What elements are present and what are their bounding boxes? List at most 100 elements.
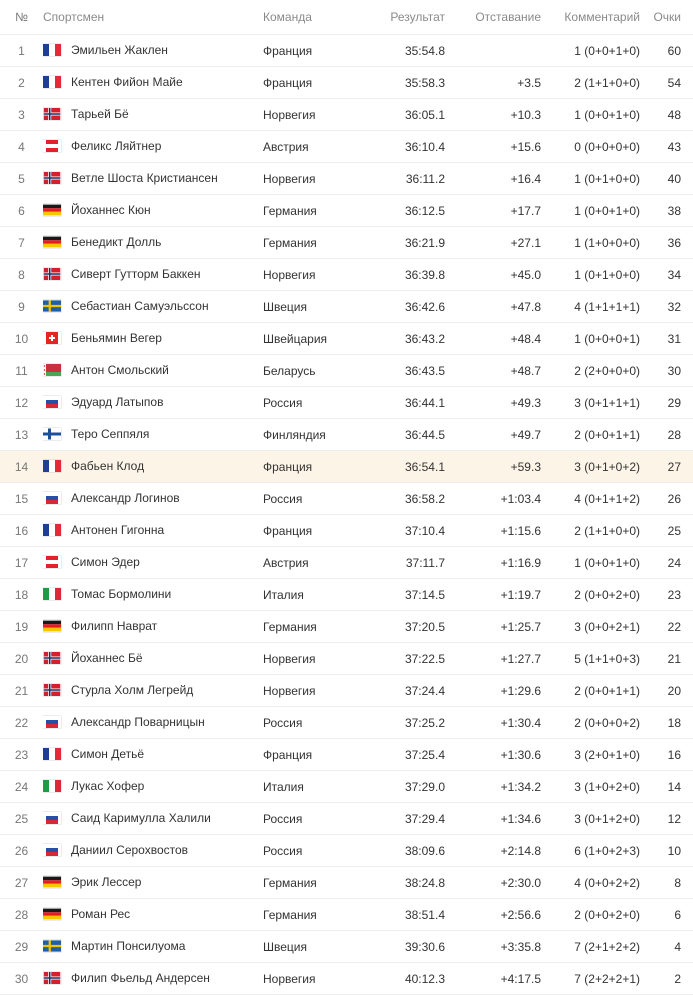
comment-cell: 2 (0+0+2+0) <box>574 587 640 602</box>
points-cell: 4 <box>674 939 681 954</box>
points-cell: 20 <box>667 683 681 698</box>
team-cell: Германия <box>263 235 317 250</box>
athlete-cell: Беньямин Вегер <box>43 323 253 355</box>
team-cell: Норвегия <box>263 651 316 666</box>
result-cell: 40:12.3 <box>404 971 445 986</box>
header-points: Очки <box>653 10 681 24</box>
team-cell: Норвегия <box>263 107 316 122</box>
table-row: 14 Фабьен Клод Франция 36:54.1 +59.3 3 (0+1+0… <box>0 450 693 483</box>
row-num: 6 <box>18 203 25 218</box>
result-cell: 38:24.8 <box>404 875 445 890</box>
athlete-name[interactable]: Симон Детьё <box>71 747 144 761</box>
comment-cell: 1 (0+1+0+0) <box>574 267 640 282</box>
athlete-name[interactable]: Даниил Серохвостов <box>71 843 188 857</box>
team-cell: Россия <box>263 491 303 506</box>
table-row: 28 Роман Рес Германия 38:51.4 +2:56.6 2 (0+0+… <box>0 898 693 931</box>
comment-cell: 6 (1+0+2+3) <box>574 843 640 858</box>
austria-flag-icon <box>43 139 61 152</box>
result-cell: 36:44.5 <box>404 427 445 442</box>
athlete-name[interactable]: Эрик Лессер <box>71 875 141 889</box>
athlete-cell: Бенедикт Долль <box>43 227 253 259</box>
athlete-name[interactable]: Йоханнес Бё <box>71 651 143 665</box>
athlete-cell: Теро Сеппяля <box>43 419 253 451</box>
result-cell: 37:24.4 <box>404 683 445 698</box>
result-cell: 37:14.5 <box>404 587 445 602</box>
points-cell: 24 <box>667 555 681 570</box>
row-num: 7 <box>18 235 25 250</box>
athlete-name[interactable]: Фабьен Клод <box>71 459 144 473</box>
gap-cell: +15.6 <box>510 139 541 154</box>
athlete-name[interactable]: Ветле Шоста Кристиансен <box>71 171 218 185</box>
result-cell: 36:44.1 <box>404 395 445 410</box>
athlete-cell: Ветле Шоста Кристиансен <box>43 163 253 195</box>
athlete-name[interactable]: Роман Рес <box>71 907 130 921</box>
team-cell: Россия <box>263 811 303 826</box>
gap-cell: +1:34.6 <box>500 811 541 826</box>
athlete-name[interactable]: Йоханнес Кюн <box>71 203 151 217</box>
team-cell: Германия <box>263 875 317 890</box>
athlete-name[interactable]: Антонен Гигонна <box>71 523 164 537</box>
team-cell: Франция <box>263 747 313 762</box>
comment-cell: 1 (1+0+0+0) <box>574 235 640 250</box>
athlete-cell: Александр Поварницын <box>43 707 253 739</box>
result-cell: 37:25.4 <box>404 747 445 762</box>
athlete-name[interactable]: Кентен Фийон Майе <box>71 75 183 89</box>
header-num: № <box>15 10 28 24</box>
france-flag-icon <box>43 75 61 88</box>
row-num: 5 <box>18 171 25 186</box>
athlete-name[interactable]: Тарьей Бё <box>71 107 129 121</box>
norway-flag-icon <box>43 171 61 184</box>
row-num: 23 <box>14 747 29 762</box>
athlete-name[interactable]: Эмильен Жаклен <box>71 43 168 57</box>
athlete-name[interactable]: Симон Эдер <box>71 555 140 569</box>
athlete-name[interactable]: Сиверт Гутторм Баккен <box>71 267 201 281</box>
points-cell: 36 <box>667 235 681 250</box>
table-row: 23 Симон Детьё Франция 37:25.4 +1:30.6 3 (2+0… <box>0 738 693 771</box>
athlete-name[interactable]: Теро Сеппяля <box>71 427 149 441</box>
athlete-cell: Тарьей Бё <box>43 99 253 131</box>
athlete-name[interactable]: Стурла Холм Легрейд <box>71 683 193 697</box>
athlete-cell: Симон Детьё <box>43 739 253 771</box>
russia-flag-icon <box>43 395 61 408</box>
athlete-name[interactable]: Лукас Хофер <box>71 779 144 793</box>
athlete-name[interactable]: Мартин Понсилуома <box>71 939 185 953</box>
athlete-name[interactable]: Александр Поварницын <box>71 715 205 729</box>
table-row: 7 Бенедикт Долль Германия 36:21.9 +27.1 1 (1+… <box>0 226 693 259</box>
team-cell: Финляндия <box>263 427 326 442</box>
comment-cell: 3 (0+1+2+0) <box>574 811 640 826</box>
table-row: 30 Филип Фьельд Андерсен Норвегия 40:12.3 +4… <box>0 962 693 995</box>
athlete-name[interactable]: Антон Смольский <box>71 363 169 377</box>
points-cell: 29 <box>667 395 681 410</box>
athlete-cell: Роман Рес <box>43 899 253 931</box>
result-cell: 38:09.6 <box>404 843 445 858</box>
athlete-name[interactable]: Бенедикт Долль <box>71 235 161 249</box>
athlete-name[interactable]: Томас Бормолини <box>71 587 171 601</box>
russia-flag-icon <box>43 811 61 824</box>
result-cell: 36:21.9 <box>404 235 445 250</box>
comment-cell: 2 (0+0+1+1) <box>574 683 640 698</box>
athlete-name[interactable]: Саид Каримулла Халили <box>71 811 211 825</box>
athlete-name[interactable]: Феликс Ляйтнер <box>71 139 161 153</box>
comment-cell: 3 (0+1+0+2) <box>574 459 640 474</box>
athlete-name[interactable]: Беньямин Вегер <box>71 331 162 345</box>
athlete-name[interactable]: Александр Логинов <box>71 491 180 505</box>
header-gap: Отставание <box>475 10 541 24</box>
athlete-name[interactable]: Филип Фьельд Андерсен <box>71 971 210 985</box>
gap-cell: +3:35.8 <box>500 939 541 954</box>
row-num: 11 <box>15 363 28 378</box>
comment-cell: 2 (1+1+0+0) <box>574 523 640 538</box>
norway-flag-icon <box>43 267 61 280</box>
result-cell: 36:11.2 <box>405 171 445 186</box>
athlete-cell: Антонен Гигонна <box>43 515 253 547</box>
points-cell: 43 <box>667 139 681 154</box>
table-row: 18 Томас Бормолини Италия 37:14.5 +1:19.7 2 (… <box>0 578 693 611</box>
athlete-name[interactable]: Филипп Наврат <box>71 619 157 633</box>
athlete-name[interactable]: Себастиан Самуэльссон <box>71 299 209 313</box>
row-num: 12 <box>14 395 29 410</box>
table-row: 21 Стурла Холм Легрейд Норвегия 37:24.4 +1:2… <box>0 674 693 707</box>
gap-cell: +17.7 <box>510 203 541 218</box>
athlete-name[interactable]: Эдуард Латыпов <box>71 395 163 409</box>
germany-flag-icon <box>43 204 61 216</box>
result-cell: 36:58.2 <box>404 491 445 506</box>
table-row: 19 Филипп Наврат Германия 37:20.5 +1:25.7 3 (… <box>0 610 693 643</box>
